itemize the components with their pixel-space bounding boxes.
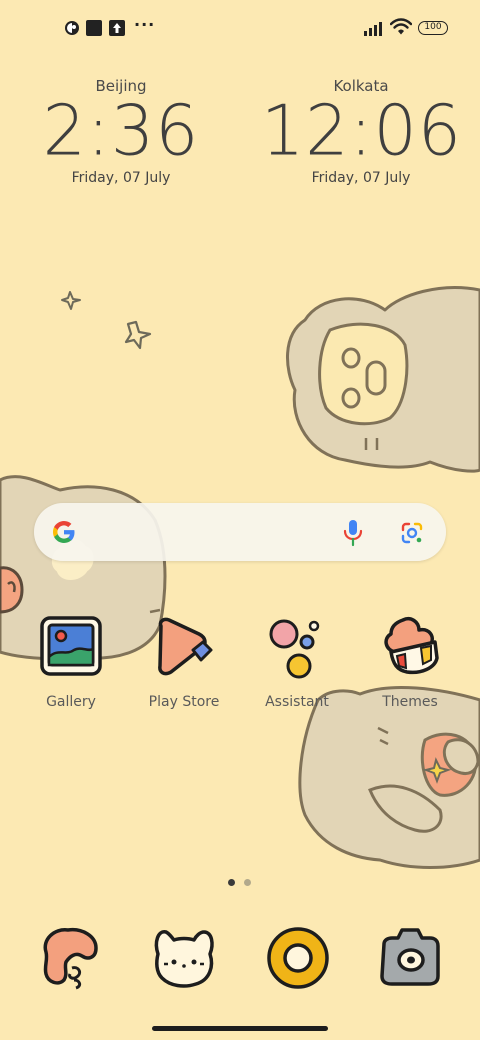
notification-app-icon (65, 21, 79, 35)
notification-square-icon (86, 20, 102, 36)
messages-cat-icon[interactable] (148, 922, 220, 994)
battery-indicator: 100 (418, 21, 448, 35)
google-lens-icon[interactable] (400, 521, 424, 545)
browser-ring-icon[interactable] (262, 922, 334, 994)
app-play-store[interactable]: Play Store (129, 612, 239, 712)
clock-time: 12:06 (261, 91, 462, 172)
app-themes[interactable]: Themes (355, 612, 465, 712)
more-notifications-icon: ··· (134, 15, 156, 34)
themes-icon (384, 617, 439, 675)
clock-time: 2:36 (42, 91, 200, 172)
app-gallery[interactable]: Gallery (16, 612, 126, 712)
app-label: Gallery (46, 694, 96, 710)
play-store-icon (158, 617, 213, 676)
battery-level: 100 (424, 22, 442, 32)
page-indicator-active (228, 879, 235, 886)
page-indicator (244, 879, 251, 886)
clock-date: Friday, 07 July (71, 170, 171, 186)
assistant-icon (269, 619, 320, 679)
microphone-icon[interactable] (342, 519, 364, 547)
google-g-icon (53, 521, 75, 543)
app-assistant[interactable]: Assistant (242, 612, 352, 712)
upload-icon (109, 20, 125, 36)
clock-beijing[interactable]: Beijing 2:36 Friday, 07 July (21, 76, 221, 186)
app-label: Assistant (265, 694, 329, 710)
status-bar: ··· 100 (0, 0, 480, 56)
clock-date: Friday, 07 July (311, 170, 411, 186)
gallery-icon (40, 616, 102, 676)
wifi-icon (390, 18, 412, 35)
clock-kolkata[interactable]: Kolkata 12:06 Friday, 07 July (261, 76, 461, 186)
camera-icon[interactable] (374, 922, 446, 994)
app-label: Play Store (148, 694, 220, 710)
signal-icon (364, 22, 382, 36)
google-search-bar[interactable] (34, 503, 446, 561)
phone-icon[interactable] (34, 922, 106, 994)
gesture-navigation-handle[interactable] (152, 1026, 328, 1031)
app-label: Themes (382, 694, 438, 710)
